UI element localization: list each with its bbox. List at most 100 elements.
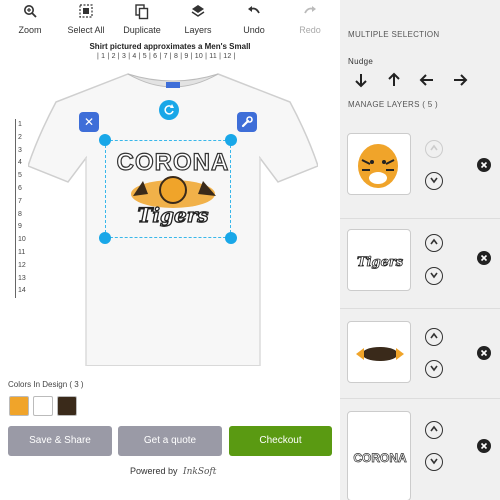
duplicate-icon (135, 4, 149, 20)
delete-layer-button[interactable] (477, 439, 491, 453)
zoom-icon (24, 5, 37, 18)
tigers-thumb-text: Tigers (357, 255, 404, 270)
nudge-left-arrow-icon[interactable] (419, 72, 435, 88)
save-share-button[interactable]: Save & Share (8, 426, 112, 456)
corona-thumb-text: CORONA (353, 451, 407, 465)
ruler-mark: 4 (18, 159, 22, 167)
ruler-mark: 11 (18, 248, 26, 256)
delete-selection-button[interactable]: ✕ (79, 112, 99, 132)
close-icon (480, 254, 488, 262)
rotate-icon (164, 104, 174, 115)
close-icon: ✕ (83, 115, 95, 129)
delete-layer-button[interactable] (477, 346, 491, 360)
ruler-mark: 7 (18, 197, 22, 205)
undo-button[interactable]: Undo (226, 4, 282, 35)
corona-text-image: CORONA (353, 451, 407, 466)
get-quote-button[interactable]: Get a quote (118, 426, 222, 456)
chevron-down-icon (430, 272, 438, 279)
zoom-label: Zoom (18, 25, 42, 35)
redo-label: Redo (299, 25, 321, 35)
resize-handle[interactable] (99, 232, 111, 244)
move-layer-down-button[interactable] (425, 172, 443, 190)
design-editor: Zoom Select All Duplicate Layers Undo Re… (0, 0, 340, 500)
ruler-mark: 10 (18, 236, 26, 244)
nudge-right-arrow-icon[interactable] (452, 72, 468, 88)
undo-label: Undo (243, 25, 265, 35)
zoom-button[interactable]: Zoom (2, 4, 58, 35)
claw-tear-image (356, 347, 404, 361)
selection-box[interactable] (105, 140, 231, 238)
move-layer-up-button[interactable] (425, 234, 443, 252)
undo-icon (248, 6, 260, 14)
layer-row: CORONA (340, 398, 500, 500)
layer-row (340, 120, 500, 200)
multiple-selection-heading: MULTIPLE SELECTION (348, 30, 440, 39)
layer-row (340, 308, 500, 388)
redo-button[interactable]: Redo (282, 4, 338, 35)
ruler-mark: 1 (18, 121, 22, 128)
select-all-icon (79, 4, 93, 18)
toolbar: Zoom Select All Duplicate Layers Undo Re… (0, 0, 340, 42)
layers-label: Layers (184, 25, 212, 35)
ruler-mark: 6 (18, 184, 22, 192)
color-swatch[interactable] (33, 396, 53, 416)
resize-handle[interactable] (225, 232, 237, 244)
move-layer-down-button[interactable] (425, 267, 443, 285)
move-layer-up-button[interactable] (425, 140, 443, 158)
layer-thumbnail-tiger-head[interactable] (347, 133, 411, 195)
layer-thumbnail-tigers-text[interactable]: Tigers (347, 229, 411, 291)
move-layer-up-button[interactable] (425, 421, 443, 439)
edit-selection-button[interactable] (237, 112, 257, 132)
layer-thumbnail-claw-tear[interactable] (347, 321, 411, 383)
ruler-mark: 2 (18, 133, 22, 141)
chevron-up-icon (430, 144, 438, 151)
colors-in-design-label: Colors In Design ( 3 ) (8, 380, 84, 389)
tiger-head-image (358, 144, 398, 188)
vertical-ruler: 1 2 3 4 5 6 7 8 9 10 11 12 13 14 (15, 119, 27, 299)
resize-handle[interactable] (225, 134, 237, 146)
manage-layers-heading: MANAGE LAYERS ( 5 ) (348, 100, 439, 109)
close-icon (480, 161, 488, 169)
nudge-label: Nudge (348, 57, 374, 66)
ruler-mark: 3 (18, 146, 22, 154)
chevron-up-icon (430, 425, 438, 432)
tigers-text-image: Tigers (357, 255, 405, 271)
close-icon (480, 442, 488, 450)
resize-handle[interactable] (99, 134, 111, 146)
chevron-down-icon (430, 177, 438, 184)
move-layer-down-button[interactable] (425, 453, 443, 471)
shirt-size-note: Shirt pictured approximates a Men's Smal… (89, 42, 251, 51)
nudge-up-arrow-icon[interactable] (386, 72, 402, 88)
brand-logo: InkSoft (183, 467, 217, 477)
close-icon (480, 349, 488, 357)
move-layer-up-button[interactable] (425, 328, 443, 346)
delete-layer-button[interactable] (477, 251, 491, 265)
duplicate-button[interactable]: Duplicate (114, 4, 170, 35)
layers-button[interactable]: Layers (170, 4, 226, 35)
move-layer-down-button[interactable] (425, 360, 443, 378)
checkout-button[interactable]: Checkout (229, 426, 332, 456)
chevron-down-icon (430, 365, 438, 372)
select-all-button[interactable]: Select All (58, 4, 114, 35)
chevron-up-icon (430, 238, 438, 245)
chevron-up-icon (430, 332, 438, 339)
color-swatch[interactable] (9, 396, 29, 416)
right-panel: MULTIPLE SELECTION Nudge MANAGE LAYERS (… (340, 0, 500, 500)
ruler-mark: 13 (18, 274, 26, 282)
redo-icon (304, 6, 316, 14)
rotate-button[interactable] (159, 100, 179, 120)
duplicate-label: Duplicate (123, 25, 161, 35)
color-swatch[interactable] (57, 396, 77, 416)
select-all-label: Select All (67, 25, 105, 35)
ruler-mark: 12 (18, 261, 26, 269)
delete-layer-button[interactable] (477, 158, 491, 172)
wrench-icon (241, 116, 253, 128)
nudge-down-arrow-icon[interactable] (353, 72, 369, 88)
layers-icon (191, 5, 205, 17)
ruler-mark: 5 (18, 172, 22, 180)
ruler-mark: 9 (18, 223, 22, 231)
ruler-mark: 14 (18, 287, 26, 295)
powered-by-text: Powered by (130, 466, 178, 476)
chevron-down-icon (430, 458, 438, 465)
layer-thumbnail-corona-text[interactable]: CORONA (347, 411, 411, 500)
